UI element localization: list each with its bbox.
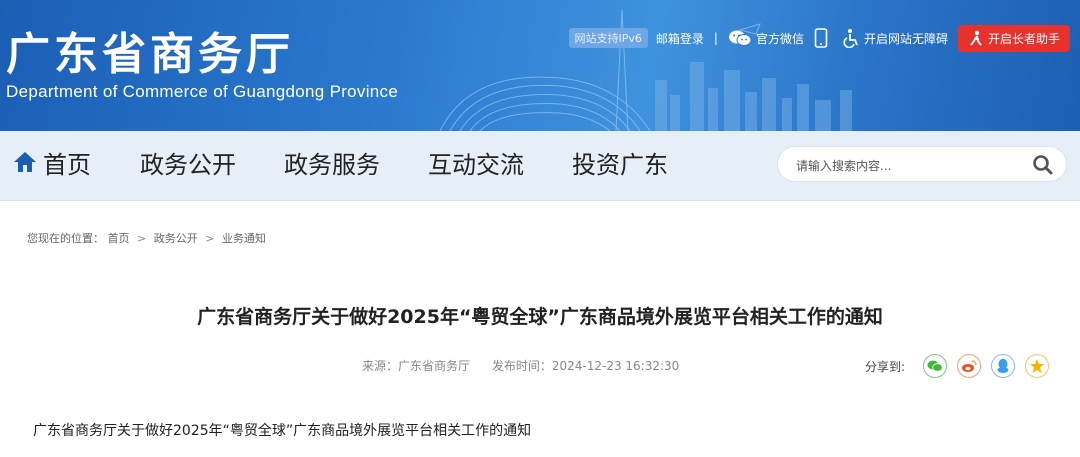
site-subtitle: Department of Commerce of Guangdong Prov… [6, 82, 399, 101]
nav-item-label: 互动交流 [428, 151, 524, 179]
ipv6-badge: 网站支持IPv6 [568, 28, 648, 48]
breadcrumb-prefix: 您现在的位置： [27, 232, 104, 245]
topbar-separator: | [713, 31, 718, 45]
article-body-first-line: 广东省商务厅关于做好2025年“粤贸全球”广东商品境外展览平台相关工作的通知 [33, 423, 532, 439]
article-source: 来源：广东省商务厅 [362, 359, 471, 373]
nav-item-label: 投资广东 [572, 151, 668, 179]
nav-item-gov-affairs[interactable]: 政务公开 [140, 131, 236, 200]
breadcrumb: 您现在的位置： 首页 > 政务公开 > 业务通知 [27, 230, 266, 246]
wechat-icon [728, 29, 752, 47]
qq-icon [997, 358, 1009, 373]
wechat-link[interactable]: 官方微信 [728, 29, 804, 47]
breadcrumb-business-notice-link[interactable]: 业务通知 [222, 232, 266, 245]
wechat-label: 官方微信 [755, 31, 804, 46]
search-button[interactable] [1032, 154, 1054, 176]
share-qq-button[interactable] [991, 354, 1016, 378]
mobile-phone-icon [814, 28, 828, 48]
nav-item-label: 首页 [43, 151, 91, 179]
main-nav: 首页 政务公开 政务服务 互动交流 投资广东 [0, 131, 1080, 201]
breadcrumb-separator: > [137, 232, 147, 245]
nav-item-invest-guangdong[interactable]: 投资广东 [572, 131, 668, 200]
breadcrumb-gov-affairs-link[interactable]: 政务公开 [154, 232, 198, 245]
breadcrumb-home-link[interactable]: 首页 [108, 232, 130, 245]
share-label: 分享到: [865, 359, 906, 374]
share-wechat-button[interactable] [923, 354, 948, 378]
breadcrumb-separator: > [205, 232, 215, 245]
search-input[interactable] [794, 155, 1018, 177]
nav-item-label: 政务服务 [284, 151, 380, 179]
share-qzone-button[interactable] [1025, 354, 1050, 378]
accessibility-label: 开启网站无障碍 [863, 31, 948, 46]
article-title: 广东省商务厅关于做好2025年“粤贸全球”广东商品境外展览平台相关工作的通知 [197, 306, 883, 328]
nav-item-label: 政务公开 [140, 151, 236, 179]
accessibility-icon [842, 28, 860, 48]
article-publish-time: 发布时间：2024-12-23 16:32:30 [491, 359, 680, 373]
elder-assistant-button[interactable]: 开启长者助手 [957, 24, 1070, 52]
qzone-icon [1030, 359, 1045, 373]
weibo-icon [962, 360, 977, 372]
search-icon [1033, 155, 1053, 175]
nav-item-home[interactable]: 首页 [13, 131, 91, 200]
nav-item-gov-services[interactable]: 政务服务 [284, 131, 380, 200]
site-title: 广东省商务厅 [6, 29, 294, 80]
mobile-link[interactable] [814, 28, 832, 48]
top-utility-bar: 网站支持IPv6 邮箱登录 | 官方微信 开启网站无障碍 开启长者助手 [568, 24, 1070, 52]
elder-assistant-icon [968, 30, 984, 46]
elder-assistant-label: 开启长者助手 [987, 31, 1060, 46]
header-banner: 广东省商务厅 Department of Commerce of Guangdo… [0, 0, 1080, 131]
share-weibo-button[interactable] [957, 354, 982, 378]
article-meta: 来源：广东省商务厅 发布时间：2024-12-23 16:32:30 [362, 357, 697, 374]
accessibility-link[interactable]: 开启网站无障碍 [842, 28, 948, 48]
nav-item-interaction[interactable]: 互动交流 [428, 131, 524, 200]
home-icon [13, 132, 37, 201]
wechat-icon [927, 360, 943, 372]
mail-login-link[interactable]: 邮箱登录 [656, 30, 704, 47]
mail-login-label: 邮箱登录 [655, 31, 704, 46]
share-bar: 分享到: [865, 354, 1050, 378]
search-box [777, 146, 1067, 182]
